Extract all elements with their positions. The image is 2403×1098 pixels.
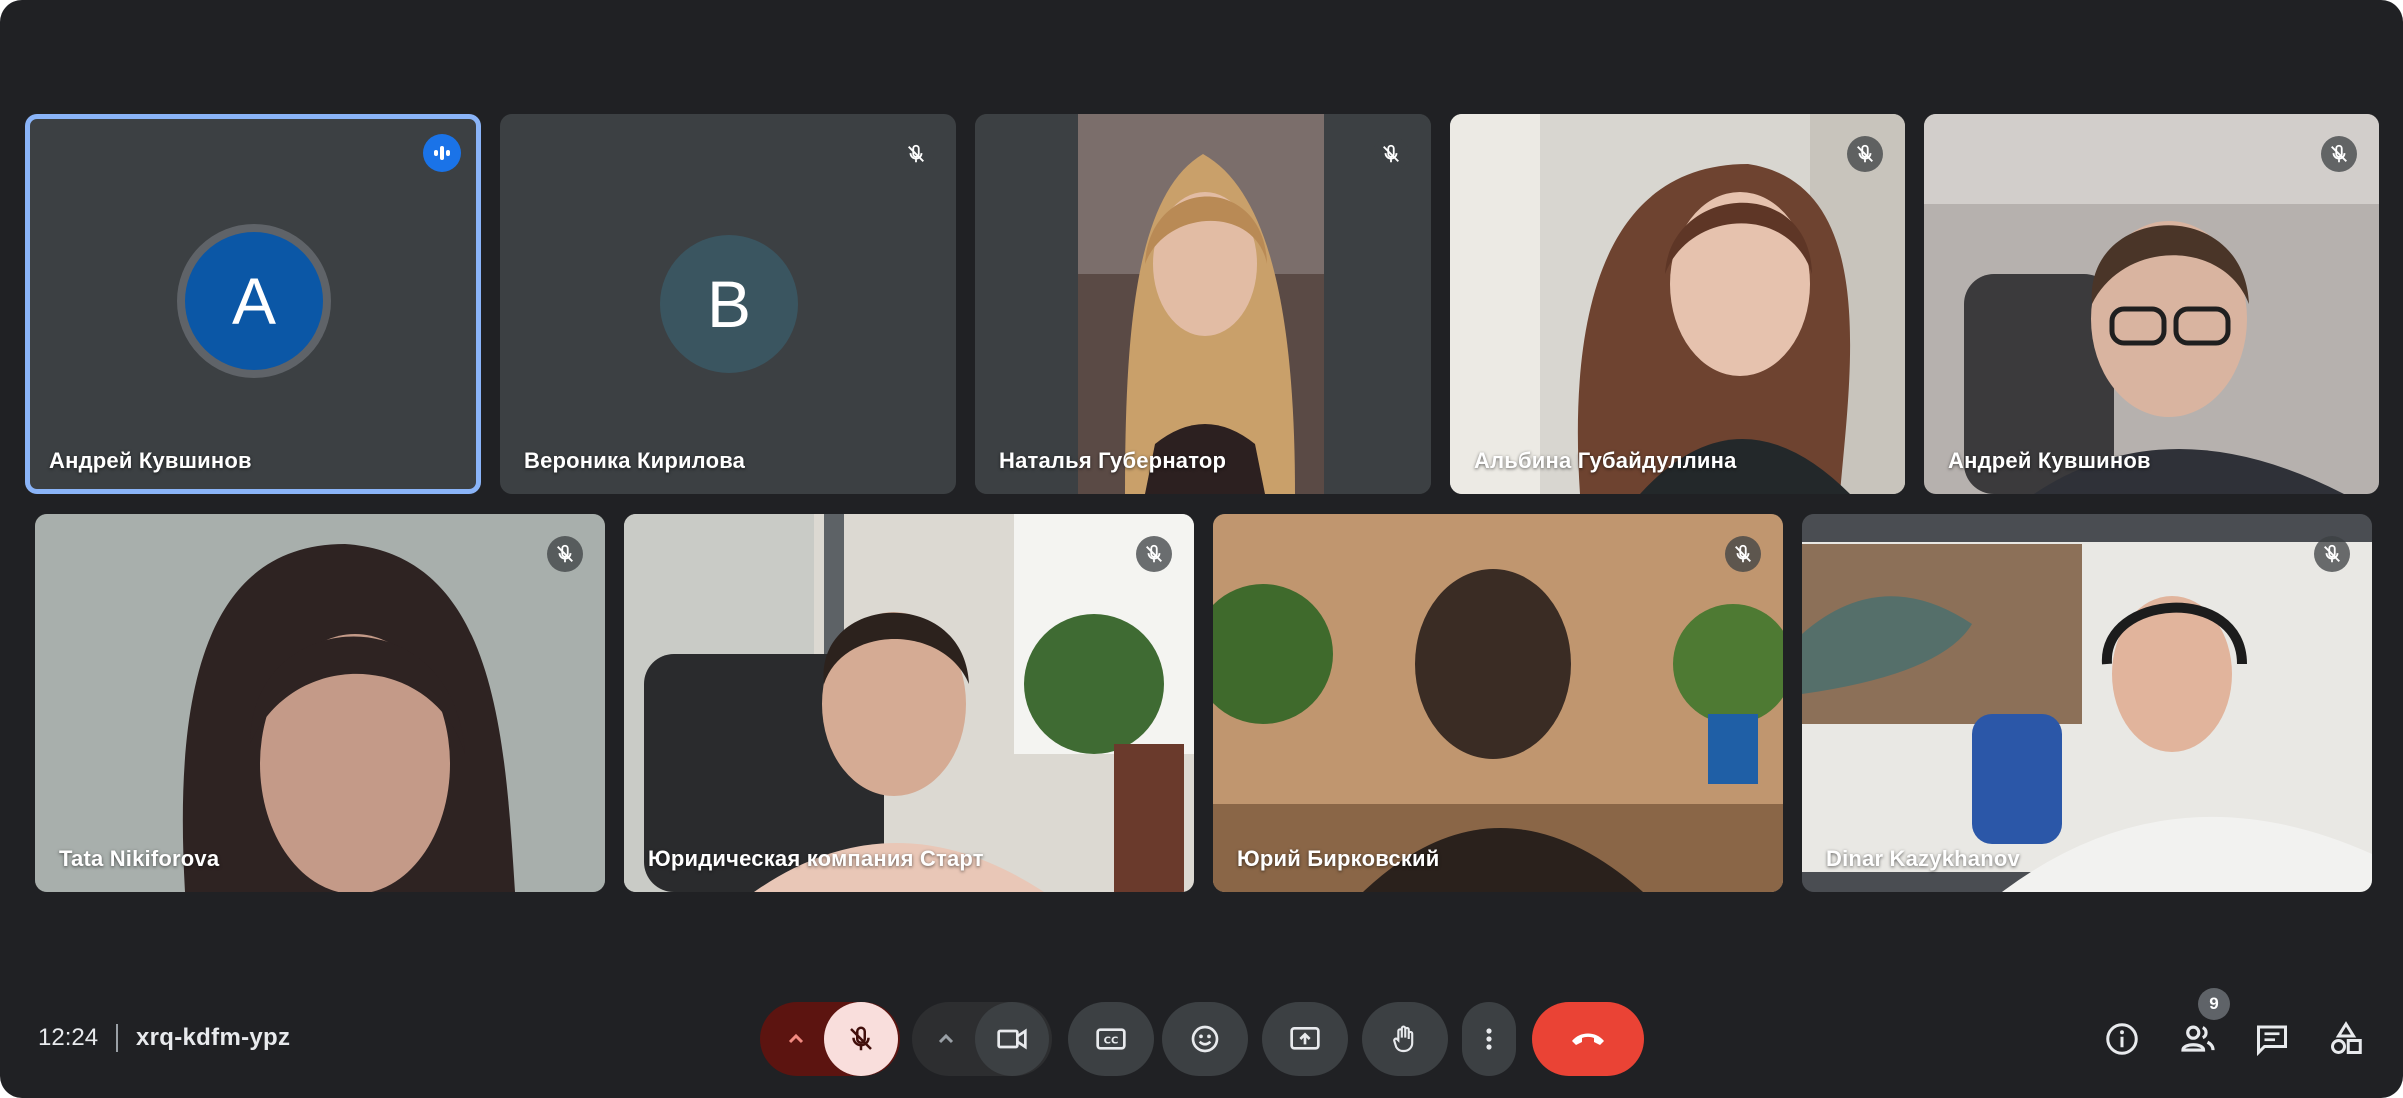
speaking-indicator-icon	[423, 134, 461, 172]
participant-video	[975, 114, 1431, 494]
participant-tile[interactable]: B Вероника Кирилова	[500, 114, 956, 494]
camera-icon	[997, 1028, 1027, 1050]
participant-tile[interactable]: Dinar Kazykhanov	[1802, 514, 2372, 892]
participant-tile[interactable]: Юрий Бирковский	[1213, 514, 1783, 892]
svg-text:CC: CC	[1104, 1036, 1119, 1047]
more-vert-icon	[1486, 1028, 1492, 1050]
mic-off-icon	[898, 136, 934, 172]
participant-video	[1924, 114, 2379, 494]
avatar: A	[177, 224, 331, 378]
present-icon	[1290, 1027, 1320, 1050]
camera-toggle-button[interactable]	[975, 1002, 1049, 1076]
meeting-code: xrq-kdfm-ypz	[136, 1024, 291, 1051]
raise-hand-button[interactable]	[1362, 1002, 1448, 1076]
mic-off-icon	[850, 1026, 872, 1051]
participant-name: Dinar Kazykhanov	[1826, 846, 2020, 871]
chevron-up-icon	[788, 1033, 804, 1044]
participant-name: Tata Nikiforova	[59, 846, 220, 871]
participant-video	[35, 514, 605, 892]
captions-icon: CC	[1096, 1028, 1126, 1050]
more-options-button[interactable]	[1462, 1002, 1516, 1076]
participant-tile[interactable]: Tata Nikiforova	[35, 514, 605, 892]
divider	[116, 1024, 118, 1052]
mic-off-icon	[1136, 536, 1172, 572]
participant-name: Альбина Губайдуллина	[1474, 448, 1737, 473]
mic-off-icon	[1725, 536, 1761, 572]
leave-call-button[interactable]	[1532, 1002, 1644, 1076]
participant-name: Вероника Кирилова	[524, 448, 746, 473]
captions-button[interactable]: CC	[1068, 1002, 1154, 1076]
present-button[interactable]	[1262, 1002, 1348, 1076]
participant-name: Юридическая компания Старт	[648, 846, 984, 871]
activities-button[interactable]	[2322, 1015, 2370, 1063]
mic-off-icon	[2314, 536, 2350, 572]
meeting-details-button[interactable]	[2098, 1015, 2146, 1063]
mic-off-icon	[547, 536, 583, 572]
emoji-icon	[1191, 1025, 1219, 1053]
end-call-icon	[1572, 1033, 1604, 1045]
chat-icon	[2257, 1025, 2287, 1057]
meeting-time: 12:24	[38, 1024, 99, 1051]
avatar: B	[660, 235, 798, 373]
participant-tile[interactable]: A Андрей Кувшинов	[25, 114, 481, 494]
participant-name: Наталья Губернатор	[999, 448, 1227, 473]
participant-video	[1450, 114, 1905, 494]
participant-tile[interactable]: Андрей Кувшинов	[1924, 114, 2379, 494]
activities-icon	[2331, 1021, 2362, 1054]
participant-video	[1213, 514, 1783, 892]
info-icon	[2106, 1023, 2138, 1055]
participant-name: Юрий Бирковский	[1237, 846, 1440, 871]
mic-off-icon	[1847, 136, 1883, 172]
people-button[interactable]	[2174, 1015, 2222, 1063]
participant-video	[624, 514, 1194, 892]
reactions-button[interactable]	[1162, 1002, 1248, 1076]
participant-name: Андрей Кувшинов	[49, 448, 252, 473]
meet-window: A Андрей Кувшинов B Вероника Кирилова На…	[0, 0, 2403, 1098]
participant-video	[1802, 514, 2372, 892]
participant-tile[interactable]: Наталья Губернатор	[975, 114, 1431, 494]
chevron-up-icon	[938, 1033, 954, 1044]
participant-tile[interactable]: Юридическая компания Старт	[624, 514, 1194, 892]
people-icon	[2181, 1025, 2215, 1052]
raise-hand-icon	[1393, 1025, 1414, 1053]
mic-off-icon	[1373, 136, 1409, 172]
participant-name: Андрей Кувшинов	[1948, 448, 2151, 473]
mic-off-icon	[2321, 136, 2357, 172]
mic-toggle-button[interactable]	[824, 1002, 898, 1076]
participant-tile[interactable]: Альбина Губайдуллина	[1450, 114, 1905, 494]
chat-button[interactable]	[2248, 1015, 2296, 1063]
